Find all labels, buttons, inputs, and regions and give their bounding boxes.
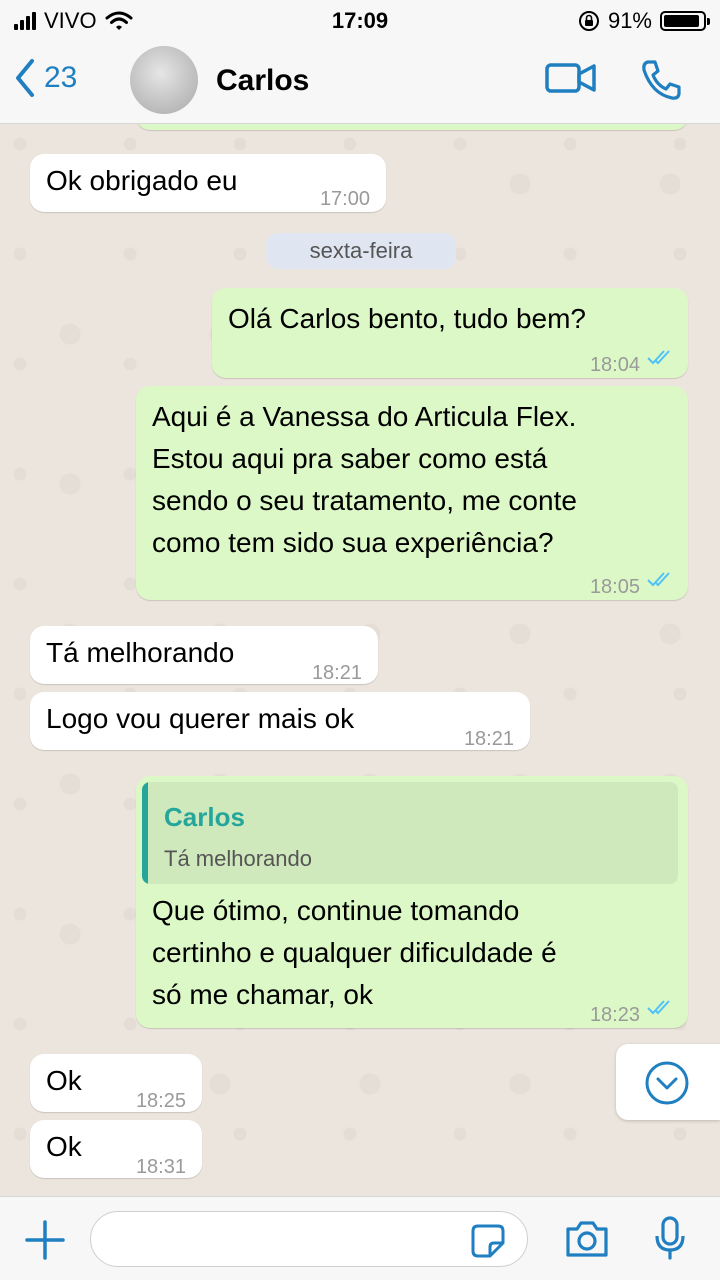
message-time: 18:23	[589, 1004, 640, 1026]
microphone-icon[interactable]	[654, 1215, 686, 1261]
message-text: Aqui é a Vanessa do Articula Flex. Estou…	[152, 401, 577, 558]
avatar[interactable]	[130, 46, 198, 114]
message-bubble[interactable]: Aqui é a Vanessa do Articula Flex. Estou…	[136, 386, 688, 600]
message-text: Ok	[46, 1131, 82, 1162]
message-bubble[interactable]: Ok 18:25	[30, 1054, 202, 1112]
message-text: Olá Carlos bento, tudo bem?	[228, 303, 586, 334]
message-text: Tá melhorando	[46, 637, 235, 668]
back-count: 23	[44, 61, 78, 94]
battery-icon	[660, 11, 710, 31]
quote-text: Tá melhorando	[164, 846, 312, 871]
message-text: Ok	[46, 1065, 82, 1096]
phone-icon[interactable]	[638, 58, 686, 102]
camera-icon[interactable]	[564, 1219, 610, 1259]
message-time: 18:25	[135, 1090, 186, 1112]
message-time: 18:21	[311, 662, 362, 684]
message-time: 18:05	[589, 576, 640, 598]
message-time: 18:21	[463, 728, 514, 750]
message-bubble[interactable]: Ok 18:31	[30, 1120, 202, 1178]
back-button[interactable]: 23	[14, 58, 77, 98]
previous-message-bubble	[136, 124, 688, 130]
input-bar	[0, 1196, 720, 1280]
scroll-to-bottom-button[interactable]	[616, 1044, 720, 1120]
message-text: Logo vou querer mais ok	[46, 703, 355, 734]
status-right: 91%	[578, 8, 710, 34]
chat-area[interactable]: Ok obrigado eu 17:00 sexta-feira Olá Car…	[0, 124, 720, 1196]
contact-name[interactable]: Carlos	[216, 64, 309, 98]
message-text: Que ótimo, continue tomando certinho e q…	[152, 895, 557, 1010]
message-bubble[interactable]: Olá Carlos bento, tudo bem? 18:04	[212, 288, 688, 378]
battery-fill	[664, 15, 699, 27]
message-time: 18:31	[135, 1156, 186, 1178]
message-bubble[interactable]: Ok obrigado eu 17:00	[30, 154, 386, 212]
message-time: 18:04	[589, 354, 640, 376]
message-bubble[interactable]: Tá melhorando 18:21	[30, 626, 378, 684]
message-input[interactable]	[90, 1211, 528, 1267]
video-camera-icon[interactable]	[544, 58, 598, 98]
message-time: 17:00	[319, 188, 370, 210]
orientation-lock-icon	[578, 11, 599, 31]
read-receipt-icon	[647, 1000, 670, 1015]
plus-icon[interactable]	[24, 1219, 66, 1261]
sticker-icon[interactable]	[470, 1223, 506, 1259]
quoted-message[interactable]: Carlos Tá melhorando	[142, 782, 678, 884]
quote-accent-bar	[142, 782, 148, 884]
battery-percent: 91%	[607, 8, 652, 33]
message-text: Ok obrigado eu	[46, 165, 238, 196]
message-bubble[interactable]: Logo vou querer mais ok 18:21	[30, 692, 530, 750]
message-bubble[interactable]: Carlos Tá melhorando Que ótimo, continue…	[136, 776, 688, 1028]
date-separator: sexta-feira	[266, 233, 456, 269]
read-receipt-icon	[647, 572, 670, 587]
status-bar: VIVO 17:09 91%	[0, 0, 720, 40]
quote-author: Carlos	[164, 802, 245, 832]
read-receipt-icon	[647, 350, 670, 365]
chat-header: 23 Carlos	[0, 40, 720, 124]
chevron-left-icon	[16, 59, 34, 97]
chevron-down-circle-icon	[645, 1061, 689, 1105]
